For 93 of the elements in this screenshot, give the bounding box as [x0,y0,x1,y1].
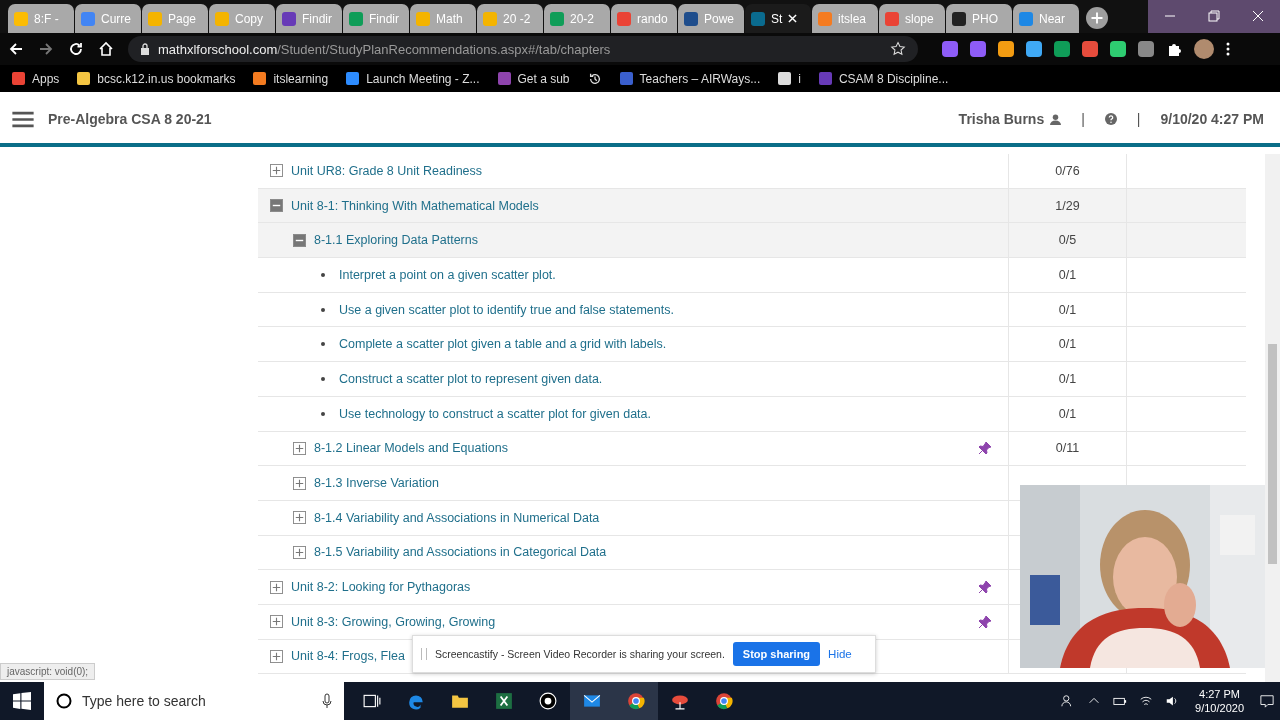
mail-icon[interactable] [570,682,614,720]
date-time: 9/10/20 4:27 PM [1160,111,1264,127]
bookmark[interactable]: Get a sub [497,71,570,86]
hide-link[interactable]: Hide [828,648,852,660]
topic-link[interactable]: Unit 8-4: Frogs, Flea [291,649,405,664]
expand-icon[interactable] [293,511,306,525]
topic-link[interactable]: Unit 8-3: Growing, Growing, Growing [291,614,496,629]
topic-link[interactable]: Unit 8-1: Thinking With Mathematical Models [291,198,539,213]
status-url: javascript: void(0); [0,663,96,680]
extension-icon[interactable] [1054,41,1070,57]
user-name[interactable]: Trisha Burns [958,111,1045,127]
close-icon[interactable] [788,14,798,23]
reload-icon[interactable] [68,41,84,57]
share-message: Screencastify - Screen Video Recorder is sharing your screen. [435,648,725,660]
chrome-icon[interactable] [614,682,658,720]
score-text: 1/29 [1055,198,1080,213]
topic-link[interactable]: 8-1.2 Linear Models and Equations [314,441,508,456]
taskbar-clock[interactable]: 4:27 PM 9/10/2020 [1195,686,1244,716]
course-title: Pre-Algebra CSA 8 20-21 [48,111,212,127]
bullet-icon [321,307,325,312]
cortana-icon [56,693,72,709]
expand-icon[interactable] [293,545,306,559]
topic-link[interactable]: Unit 8-2: Looking for Pythagoras [291,580,471,595]
score-text: 0/11 [1055,441,1080,456]
profile-avatar-icon[interactable] [1194,39,1214,59]
bookmark-label[interactable]: Apps [32,71,60,86]
puzzle-icon[interactable] [1166,41,1182,57]
score-text: 0/1 [1058,406,1077,421]
score-text: 0/1 [1058,267,1077,282]
bookmark-label[interactable]: itslearning [273,71,329,86]
bullet-icon [321,272,325,277]
forward-icon[interactable] [38,41,54,57]
browser-tab[interactable]: St [745,4,811,33]
bookmark-label[interactable]: i [798,71,801,86]
bookmark[interactable]: Apps [12,71,60,86]
score-text: 0/1 [1058,302,1077,317]
collapse-icon[interactable] [270,199,283,213]
topic-link[interactable]: 8-1.3 Inverse Variation [314,476,439,491]
topic-link[interactable]: Construct a scatter plot to represent given data. [339,371,603,386]
bookmark-label[interactable]: Get a sub [517,71,570,86]
clock-icon[interactable] [587,71,602,86]
extension-icon[interactable] [998,41,1014,57]
expand-icon[interactable] [270,649,283,663]
home-icon[interactable] [98,41,114,57]
pin-icon[interactable] [978,614,992,629]
bookmark-label[interactable]: CSAM 8 Discipline... [838,71,949,86]
bullet-icon [321,411,325,416]
expand-icon[interactable] [270,164,283,178]
stop-sharing-button[interactable]: Stop sharing [732,642,821,666]
score-text: 0/76 [1055,163,1080,178]
expand-icon[interactable] [270,580,283,594]
score-text: 0/1 [1058,371,1077,386]
pin-icon[interactable] [978,580,992,595]
extension-icon[interactable] [970,41,986,57]
topic-link[interactable]: 8-1.5 Variability and Associations in Categorical Data [314,545,607,560]
expand-icon[interactable] [293,476,306,490]
taskbar-search-box[interactable]: Type here to search [44,682,344,720]
extension-icon[interactable] [1110,41,1126,57]
user-icon [1050,113,1062,125]
new-tab-icon[interactable] [1086,7,1108,29]
bookmark[interactable]: itslearning [253,71,329,86]
pin-icon[interactable] [978,441,992,456]
extension-icon[interactable] [1082,41,1098,57]
microphone-icon[interactable] [322,693,332,709]
separator: | [1081,111,1085,127]
collapse-icon[interactable] [293,233,306,247]
topic-link[interactable]: Unit UR8: Grade 8 Unit Readiness [291,163,483,178]
bookmark[interactable]: i [778,71,801,86]
back-icon[interactable] [8,41,24,57]
bookmark[interactable]: CSAM 8 Discipline... [818,71,949,86]
expand-icon[interactable] [293,441,306,455]
topic-link[interactable]: 8-1.4 Variability and Associations in Numerical Data [314,510,600,525]
score-text: 0/1 [1058,337,1077,352]
expand-icon[interactable] [270,615,283,629]
drag-handle-icon[interactable] [421,648,427,660]
more-icon[interactable] [1226,41,1230,57]
extension-icon[interactable] [1138,41,1154,57]
topic-link[interactable]: Complete a scatter plot given a table and a grid with labels. [339,337,667,352]
extension-icon[interactable] [942,41,958,57]
topic-link[interactable]: Interpret a point on a given scatter plot. [339,267,556,282]
bookmark-star-icon[interactable] [890,41,906,57]
score-text: 0/5 [1058,233,1077,248]
help-icon[interactable] [1104,113,1117,125]
lock-icon [140,43,150,55]
topic-link[interactable]: Use a given scatter plot to identify true and false statements. [339,302,674,317]
topic-link[interactable]: 8-1.1 Exploring Data Patterns [314,233,478,248]
topic-link[interactable]: Use technology to construct a scatter plot for given data. [339,406,651,421]
bullet-icon [321,376,325,381]
extension-icon[interactable] [1026,41,1042,57]
bullet-icon [321,342,325,347]
separator: | [1136,111,1141,127]
menu-icon[interactable] [12,110,34,128]
address-bar[interactable]: mathxlforschool.com/Student/StudyPlanRecommendations.aspx#/tab/chapters [128,36,918,62]
